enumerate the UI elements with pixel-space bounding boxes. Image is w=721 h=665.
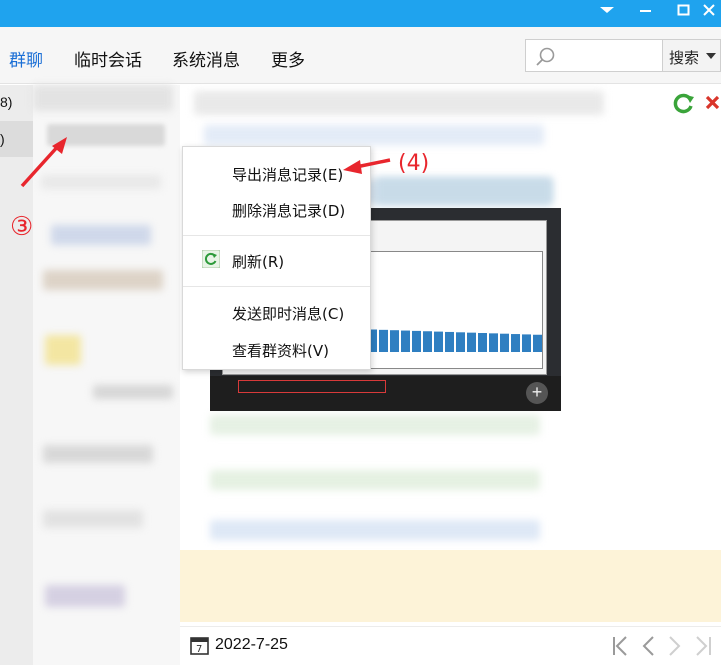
last-page-icon[interactable] [693, 634, 715, 658]
prev-page-icon[interactable] [638, 634, 658, 658]
history-date: 2022-7-25 [215, 636, 288, 653]
annotation-step4: (4) [398, 151, 430, 176]
arrow-step3 [20, 142, 62, 188]
arrow-step4 [355, 158, 391, 169]
annotation-step3: ③ [10, 212, 34, 242]
svg-text:7: 7 [196, 644, 202, 655]
calendar-icon[interactable]: 7 [190, 635, 210, 656]
arrow-head-step4 [343, 160, 362, 174]
bottom-bar: 7 2022-7-25 [180, 626, 721, 665]
annotation-arrows [20, 137, 391, 188]
next-page-icon[interactable] [665, 634, 685, 658]
first-page-icon[interactable] [610, 634, 630, 658]
